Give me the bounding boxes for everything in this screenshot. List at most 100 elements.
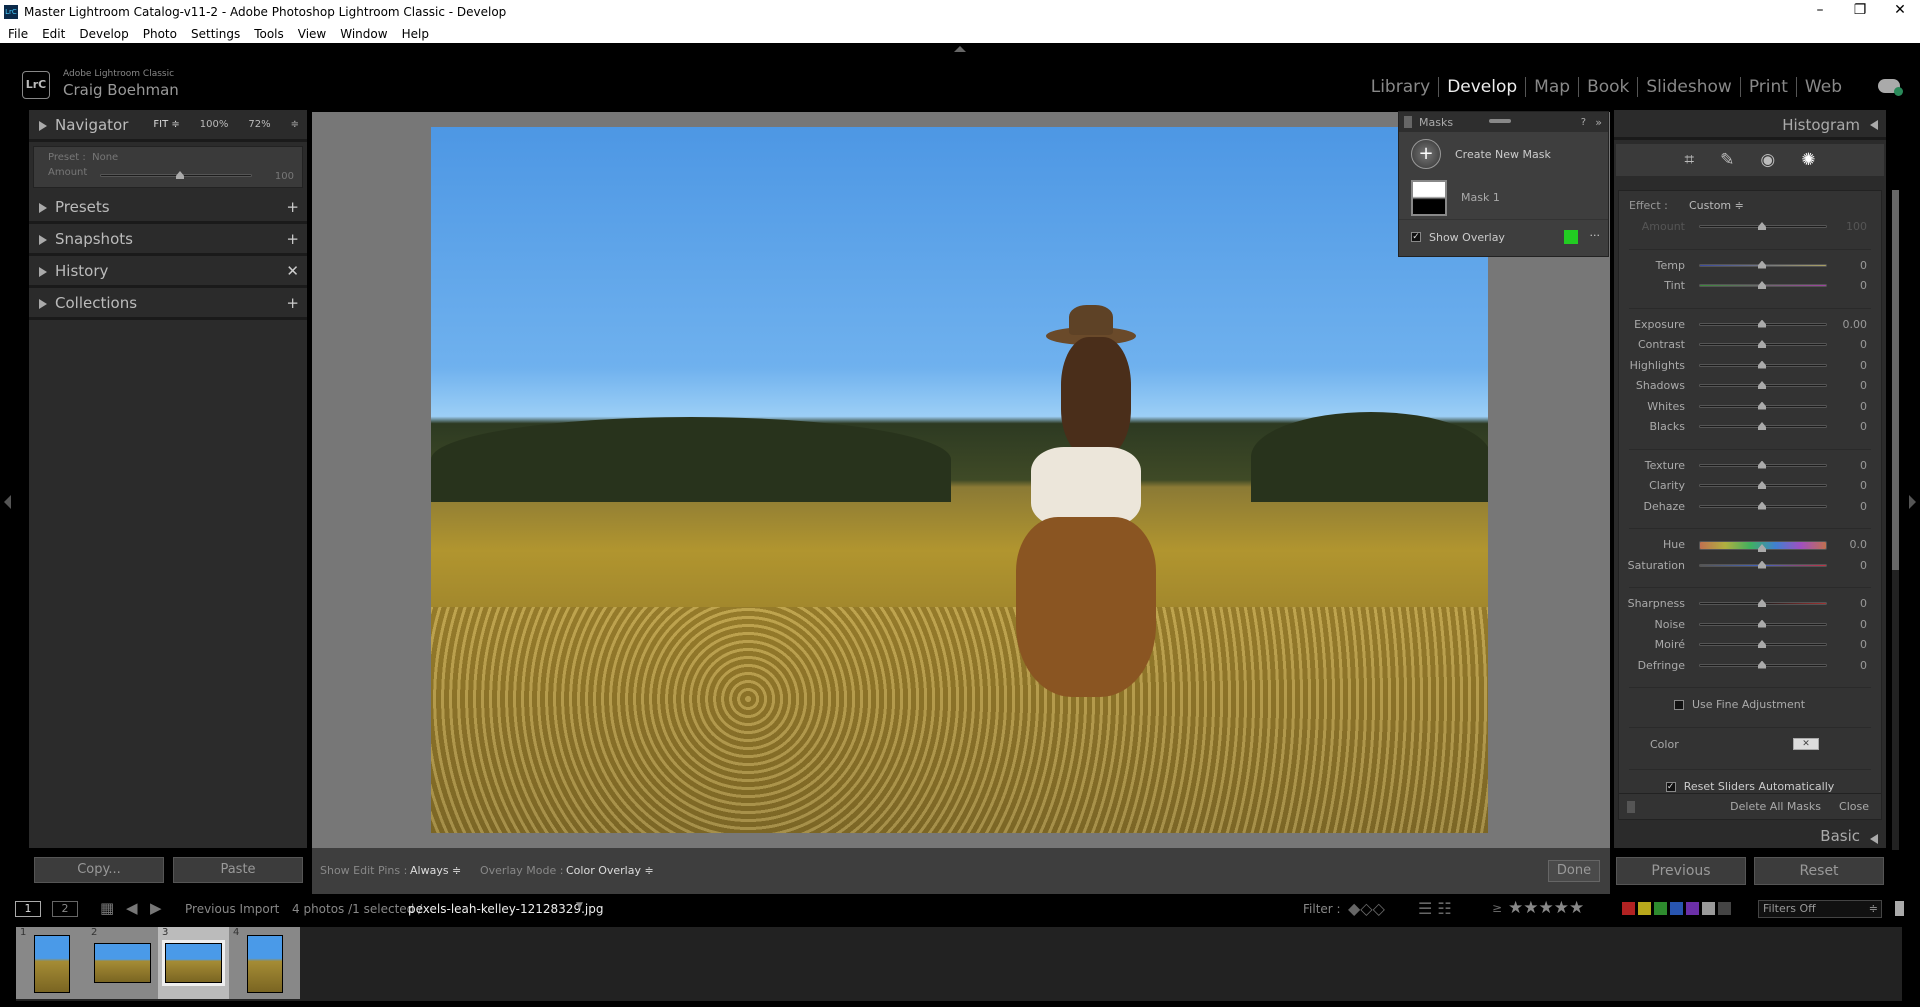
back-arrow-icon[interactable]: ◀ (126, 899, 138, 917)
contrast-slider[interactable] (1699, 340, 1827, 348)
main-window-button[interactable]: 1 (15, 901, 41, 917)
slider-thumb[interactable] (1758, 544, 1766, 552)
reset-sliders-checkbox[interactable]: Reset Sliders Automatically (1684, 780, 1835, 793)
slider-thumb[interactable] (1758, 422, 1766, 430)
module-develop[interactable]: Develop (1439, 77, 1527, 97)
cloud-sync-icon[interactable] (1878, 79, 1903, 96)
clarity-slider[interactable] (1699, 481, 1827, 489)
slider-thumb[interactable] (1758, 599, 1766, 607)
panel-header-history[interactable]: History ✕ (29, 256, 307, 288)
color-label-swatch[interactable] (1670, 902, 1683, 915)
contrast-value[interactable]: 0 (1860, 338, 1867, 351)
show-overlay-checkbox[interactable]: ✓ (1411, 232, 1421, 242)
filter-lock-icon[interactable] (1895, 901, 1904, 916)
slider-thumb[interactable] (1758, 381, 1766, 389)
sharpness-slider[interactable] (1699, 599, 1827, 607)
slider-thumb[interactable] (1758, 501, 1766, 510)
rating-operator[interactable]: ≥ (1492, 901, 1502, 915)
shadows-value[interactable]: 0 (1860, 379, 1867, 392)
paste-button[interactable]: Paste (173, 857, 303, 883)
amount-slider[interactable] (100, 171, 252, 179)
menu-help[interactable]: Help (402, 27, 429, 41)
overlay-mode-dropdown[interactable]: Color Overlay ≑ (566, 864, 654, 877)
filmstrip-thumbnail[interactable]: 2 (87, 927, 158, 999)
moiré-value[interactable]: 0 (1860, 638, 1867, 651)
slider-thumb[interactable] (1758, 560, 1766, 569)
zoom-100[interactable]: 100% (200, 119, 229, 130)
close-button[interactable]: ✕ (1880, 2, 1920, 18)
tint-value[interactable]: 0 (1860, 279, 1867, 292)
defringe-slider[interactable] (1699, 660, 1827, 669)
moiré-slider[interactable] (1699, 640, 1827, 648)
blacks-slider[interactable] (1699, 422, 1827, 430)
flag-filter-icons[interactable]: ◆◇◇ (1348, 899, 1385, 918)
add-icon[interactable]: + (286, 230, 299, 248)
temp-value[interactable]: 0 (1860, 259, 1867, 272)
slider-thumb[interactable] (1758, 660, 1766, 669)
module-map[interactable]: Map (1526, 77, 1580, 97)
whites-value[interactable]: 0 (1860, 400, 1867, 413)
photo-preview[interactable] (431, 127, 1488, 833)
module-library[interactable]: Library (1363, 77, 1440, 97)
effect-dropdown[interactable]: Custom ≑ (1689, 199, 1744, 212)
menu-file[interactable]: File (8, 27, 28, 41)
healing-icon[interactable]: ✎ (1720, 150, 1734, 170)
texture-slider[interactable] (1699, 460, 1827, 469)
exposure-value[interactable]: 0.00 (1843, 318, 1868, 331)
menu-settings[interactable]: Settings (191, 27, 240, 41)
edit-filter-icons[interactable]: ☰ ☷ (1418, 899, 1452, 918)
color-label-swatch[interactable] (1702, 902, 1715, 915)
basic-panel-header[interactable]: Basic (1614, 824, 1886, 848)
highlights-value[interactable]: 0 (1860, 359, 1867, 372)
color-label-swatch[interactable] (1638, 902, 1651, 915)
defringe-value[interactable]: 0 (1860, 659, 1867, 672)
drag-handle[interactable] (1489, 119, 1511, 123)
red-eye-icon[interactable]: ◉ (1760, 150, 1775, 170)
module-slideshow[interactable]: Slideshow (1638, 77, 1741, 97)
module-book[interactable]: Book (1579, 77, 1639, 97)
shadows-slider[interactable] (1699, 381, 1827, 389)
copy-button[interactable]: Copy... (34, 857, 164, 883)
crop-icon[interactable]: ⌗ (1685, 150, 1695, 170)
add-icon[interactable]: + (286, 294, 299, 312)
star-rating-filter[interactable]: ★★★★★ (1508, 898, 1584, 918)
zoom-72[interactable]: 72% (248, 119, 270, 130)
slider-thumb[interactable] (1758, 281, 1766, 289)
menu-tools[interactable]: Tools (254, 27, 284, 41)
noise-slider[interactable] (1699, 619, 1827, 628)
clarity-value[interactable]: 0 (1860, 479, 1867, 492)
panel-header-collections[interactable]: Collections + (29, 288, 307, 320)
maximize-button[interactable]: ❐ (1840, 2, 1880, 18)
amount-slider[interactable] (1699, 222, 1827, 230)
menu-develop[interactable]: Develop (79, 27, 128, 41)
slider-thumb[interactable] (1758, 360, 1766, 369)
more-options-icon[interactable]: ··· (1590, 229, 1601, 242)
navigator-panel-header[interactable]: Navigator FIT ≑ 100% 72% ≑ (29, 110, 307, 142)
menu-edit[interactable]: Edit (42, 27, 65, 41)
highlights-slider[interactable] (1699, 360, 1827, 369)
clear-icon[interactable]: ✕ (286, 262, 299, 280)
source-label[interactable]: Previous Import (185, 902, 279, 916)
module-print[interactable]: Print (1741, 77, 1797, 97)
forward-arrow-icon[interactable]: ▶ (150, 899, 162, 917)
color-label-swatch[interactable] (1718, 902, 1731, 915)
module-web[interactable]: Web (1797, 77, 1850, 97)
previous-button[interactable]: Previous (1616, 857, 1746, 885)
slider-thumb[interactable] (1758, 222, 1766, 230)
panel-header-snapshots[interactable]: Snapshots + (29, 224, 307, 256)
histogram-header[interactable]: Histogram (1614, 110, 1886, 140)
help-icon[interactable]: ? (1581, 117, 1586, 128)
reset-button[interactable]: Reset (1754, 857, 1884, 885)
collapse-right-panel-icon[interactable] (1909, 495, 1916, 509)
filmstrip-thumbnail[interactable]: 4 (229, 927, 300, 999)
zoom-stepper[interactable]: ≑ (291, 119, 299, 130)
temp-slider[interactable] (1699, 260, 1827, 269)
color-label-swatch[interactable] (1686, 902, 1699, 915)
noise-value[interactable]: 0 (1860, 618, 1867, 631)
color-label-swatch[interactable] (1622, 902, 1635, 915)
slider-thumb[interactable] (1758, 401, 1766, 410)
delete-all-masks-button[interactable]: Delete All Masks (1730, 800, 1821, 813)
grid-view-icon[interactable]: ▦ (100, 899, 114, 917)
minimize-button[interactable]: – (1800, 2, 1840, 18)
dehaze-value[interactable]: 0 (1860, 500, 1867, 513)
